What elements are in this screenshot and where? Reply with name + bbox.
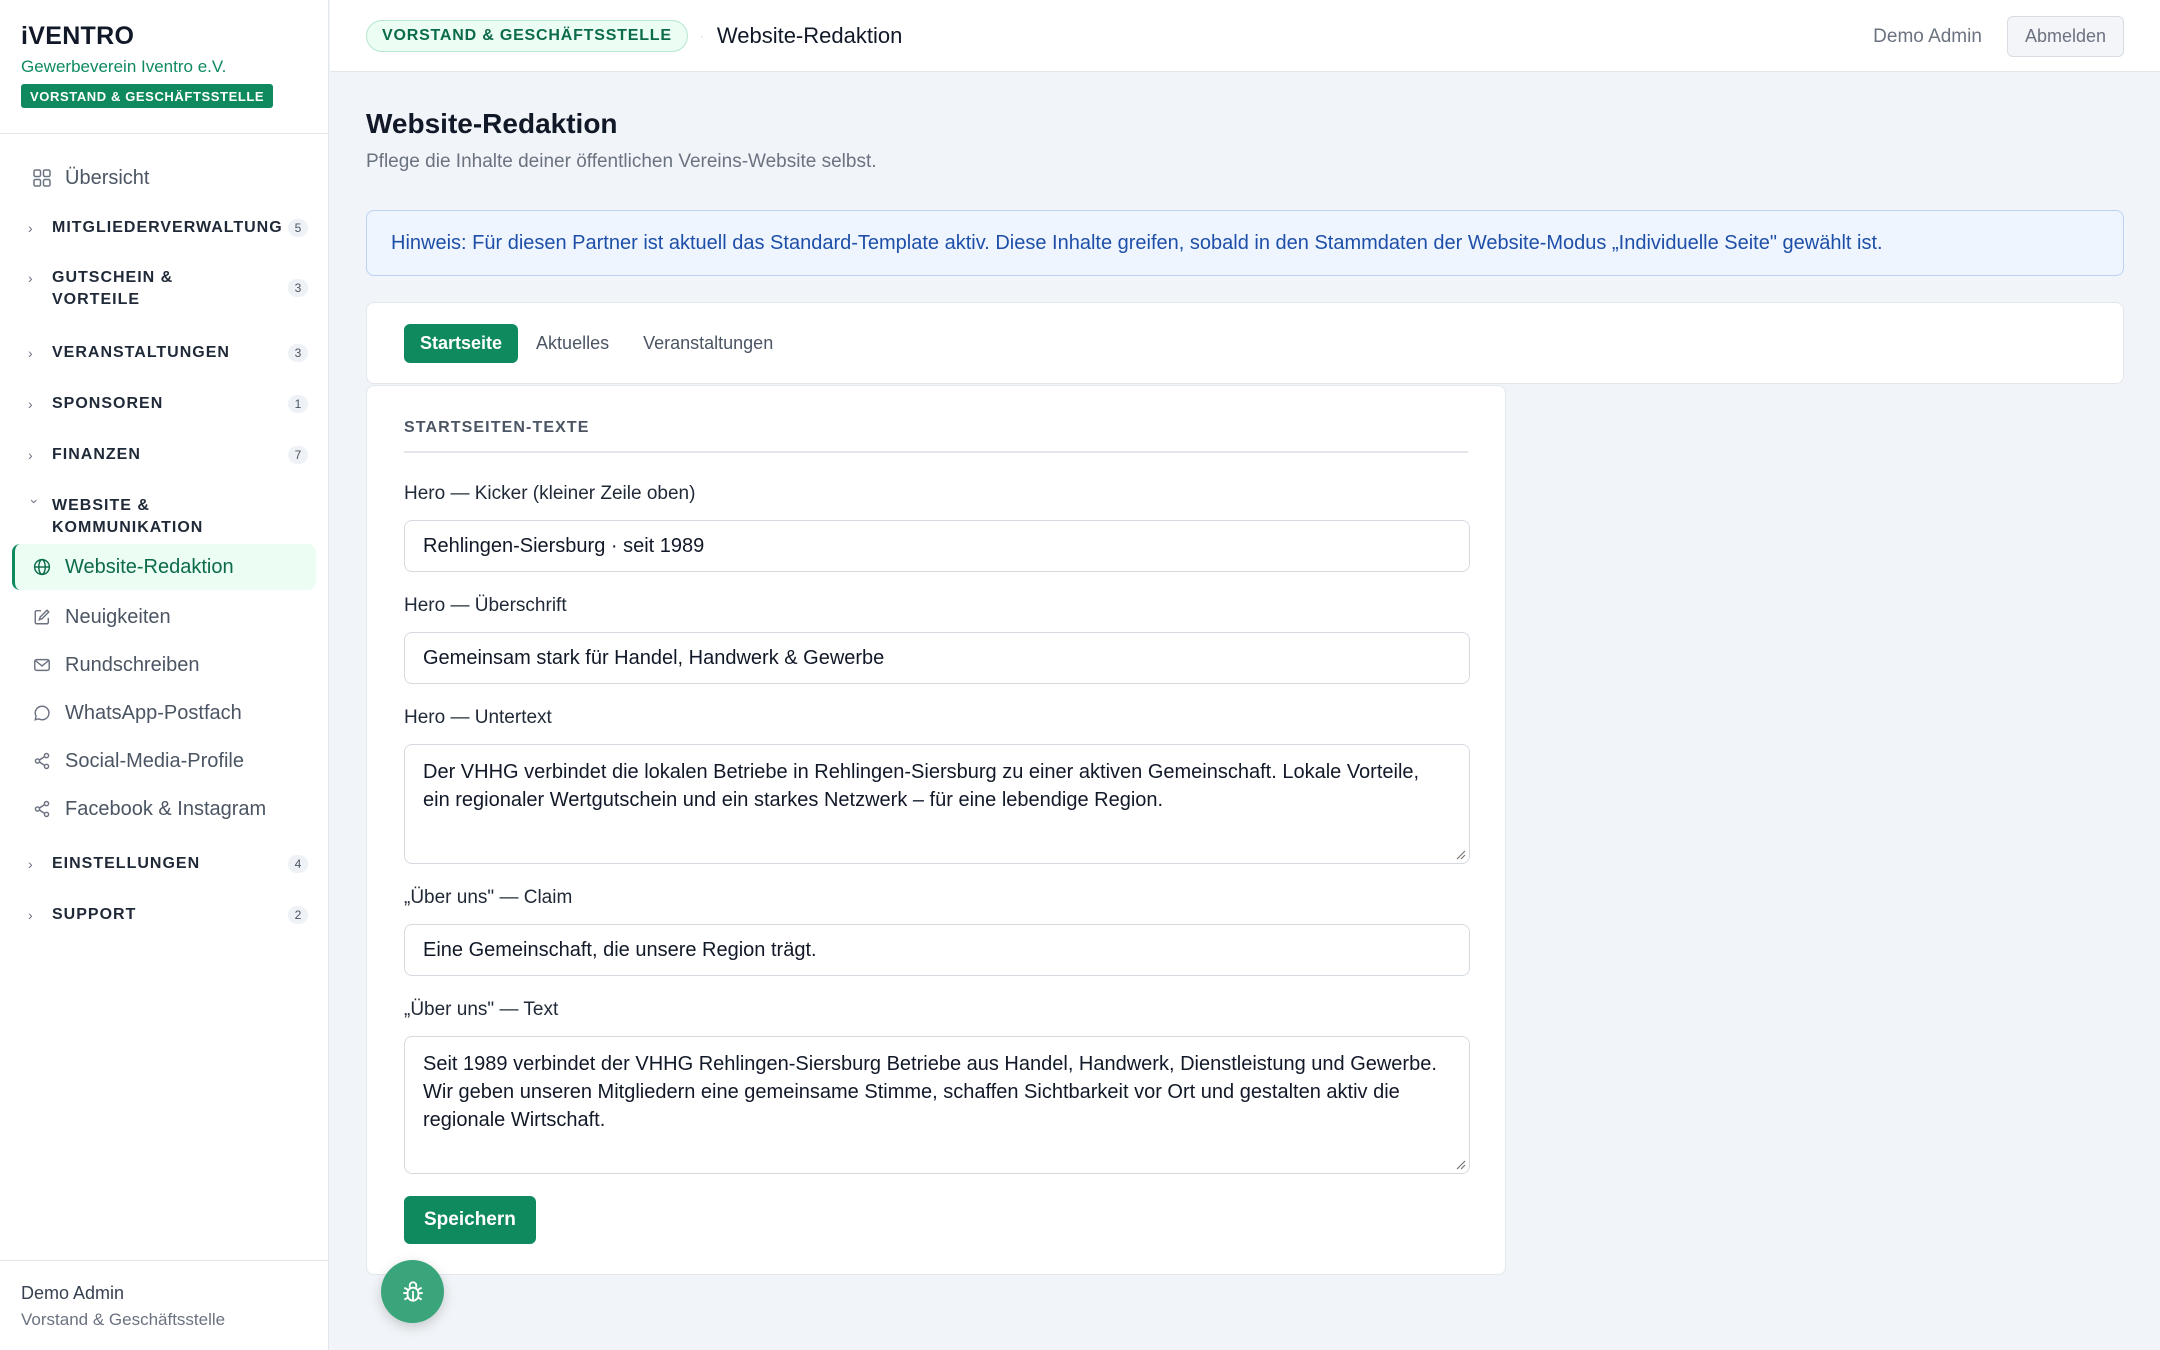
share-icon (29, 748, 55, 774)
sidebar-item-rundschreiben[interactable]: Rundschreiben (12, 642, 316, 688)
sidebar-section-website-kommunikation[interactable]: › WEBSITE & KOMMUNIKATION (12, 495, 316, 539)
breadcrumb-current-page: Website-Redaktion (716, 22, 903, 48)
sidebar-section-einstellungen[interactable]: › EINSTELLUNGEN 4 (12, 853, 316, 875)
page-subtitle: Pflege die Inhalte deiner öffentlichen V… (366, 151, 877, 172)
sidebar-section-veranstaltungen[interactable]: › VERANSTALTUNGEN 3 (12, 342, 316, 364)
sidebar-section-support[interactable]: › SUPPORT 2 (12, 904, 316, 926)
about-text-textarea[interactable]: Seit 1989 verbindet der VHHG Rehlingen-S… (404, 1036, 1470, 1174)
about-text-value: Seit 1989 verbindet der VHHG Rehlingen-S… (423, 1053, 1437, 1131)
sidebar: iVENTRO Gewerbeverein Iventro e.V. VORST… (0, 0, 329, 1350)
startseite-form: STARTSEITEN-TEXTE Hero — Kicker (kleiner… (366, 385, 1506, 1275)
field-label-about-text: „Über uns" — Text (404, 999, 559, 1020)
sidebar-item-overview[interactable]: Übersicht (12, 154, 316, 202)
sidebar-item-label: Rundschreiben (65, 653, 200, 676)
section-label: SPONSOREN (52, 395, 164, 412)
tab-aktuelles[interactable]: Aktuelles (520, 324, 625, 363)
form-section-title: STARTSEITEN-TEXTE (404, 419, 1468, 453)
sidebar-footer: Demo Admin Vorstand & Geschäftsstelle (0, 1260, 328, 1350)
sidebar-section-gutschein-vorteile[interactable]: › GUTSCHEIN & VORTEILE 3 (12, 267, 316, 311)
sidebar-section-sponsoren[interactable]: › SPONSOREN 1 (12, 393, 316, 415)
bug-report-button[interactable] (381, 1260, 444, 1323)
tab-veranstaltungen[interactable]: Veranstaltungen (627, 324, 789, 363)
field-label-hero-subtext: Hero — Untertext (404, 707, 552, 728)
section-count-badge: 5 (288, 219, 308, 237)
chevron-right-icon: › (28, 856, 33, 872)
section-count-badge: 4 (288, 855, 308, 873)
chevron-right-icon: › (28, 220, 33, 236)
hero-subtext-value: Der VHHG verbindet die lokalen Betriebe … (423, 761, 1420, 811)
section-label: EINSTELLUNGEN (52, 855, 201, 872)
sidebar-item-website-redaktion[interactable]: Website-Redaktion (12, 544, 316, 590)
section-label: WEBSITE & KOMMUNIKATION (52, 497, 204, 536)
chat-bubble-icon (29, 700, 55, 726)
save-button[interactable]: Speichern (404, 1196, 536, 1244)
sidebar-item-label: Facebook & Instagram (65, 797, 267, 820)
topbar-user-area: Demo Admin Abmelden (1873, 16, 2124, 57)
chevron-right-icon: › (28, 270, 33, 286)
section-label: FINANZEN (52, 446, 141, 463)
resize-handle-icon[interactable] (1454, 1158, 1466, 1170)
chevron-right-icon: › (28, 345, 33, 361)
brand-block: iVENTRO Gewerbeverein Iventro e.V. VORST… (0, 0, 328, 134)
role-badge: VORSTAND & GESCHÄFTSSTELLE (21, 84, 274, 108)
section-count-badge: 2 (288, 906, 308, 924)
globe-icon (29, 554, 55, 580)
section-count-badge: 1 (288, 395, 308, 413)
section-label: SUPPORT (52, 906, 137, 923)
topbar: VORSTAND & GESCHÄFTSSTELLE · Website-Red… (330, 0, 2160, 72)
chevron-right-icon: › (28, 396, 33, 412)
sidebar-item-whatsapp-postfach[interactable]: WhatsApp-Postfach (12, 690, 316, 736)
current-user-role: Vorstand & Geschäftsstelle (21, 1310, 226, 1329)
page-title: Website-Redaktion (366, 108, 618, 139)
sidebar-section-mitgliederverwaltung[interactable]: › MITGLIEDERVERWALTUNG 5 (12, 217, 316, 239)
share-icon (29, 796, 55, 822)
organization-name: Gewerbeverein Iventro e.V. (21, 57, 227, 76)
chevron-down-icon: › (27, 499, 43, 504)
tab-bar: Startseite Aktuelles Veranstaltungen (366, 302, 2124, 384)
hero-heading-input[interactable]: Gemeinsam stark für Handel, Handwerk & G… (404, 632, 1470, 684)
section-label: GUTSCHEIN & VORTEILE (52, 269, 174, 308)
section-label: VERANSTALTUNGEN (52, 344, 230, 361)
mail-icon (29, 652, 55, 678)
info-hint-box: Hinweis: Für diesen Partner ist aktuell … (366, 210, 2124, 276)
field-label-hero-kicker: Hero — Kicker (kleiner Zeile oben) (404, 483, 696, 504)
sidebar-item-label: Website-Redaktion (65, 555, 234, 578)
hero-subtext-textarea[interactable]: Der VHHG verbindet die lokalen Betriebe … (404, 744, 1470, 864)
chevron-right-icon: › (28, 907, 33, 923)
edit-icon (29, 604, 55, 630)
sidebar-item-neuigkeiten[interactable]: Neuigkeiten (12, 594, 316, 640)
logout-button[interactable]: Abmelden (2006, 16, 2124, 57)
tab-startseite[interactable]: Startseite (404, 323, 519, 363)
about-claim-input[interactable]: Eine Gemeinschaft, die unsere Region trä… (404, 924, 1470, 976)
hero-kicker-input[interactable]: Rehlingen-Siersburg · seit 1989 (404, 520, 1470, 572)
topbar-user-name: Demo Admin (1873, 25, 1982, 47)
sidebar-item-facebook-instagram[interactable]: Facebook & Instagram (12, 786, 316, 832)
section-count-badge: 7 (288, 446, 308, 464)
chevron-right-icon: › (28, 447, 33, 463)
grid-icon (29, 165, 55, 191)
sidebar-item-label: WhatsApp-Postfach (65, 701, 242, 724)
current-user-name: Demo Admin (21, 1283, 125, 1303)
sidebar-item-label: Social-Media-Profile (65, 749, 244, 772)
section-label: MITGLIEDERVERWALTUNG (52, 219, 283, 236)
section-count-badge: 3 (288, 279, 308, 297)
resize-handle-icon[interactable] (1454, 848, 1466, 860)
sidebar-section-finanzen[interactable]: › FINANZEN 7 (12, 444, 316, 466)
hint-text: Hinweis: Für diesen Partner ist aktuell … (391, 231, 1883, 254)
sidebar-item-label: Übersicht (65, 166, 150, 189)
section-count-badge: 3 (288, 344, 308, 362)
app-logo[interactable]: iVENTRO (21, 22, 307, 50)
field-label-hero-heading: Hero — Überschrift (404, 595, 567, 616)
breadcrumb-role-badge: VORSTAND & GESCHÄFTSSTELLE (366, 19, 688, 52)
breadcrumb-separator: · (699, 28, 704, 43)
field-label-about-claim: „Über uns" — Claim (404, 887, 573, 908)
sidebar-item-label: Neuigkeiten (65, 605, 171, 628)
sidebar-item-social-media-profile[interactable]: Social-Media-Profile (12, 738, 316, 784)
bug-icon (402, 1280, 423, 1302)
